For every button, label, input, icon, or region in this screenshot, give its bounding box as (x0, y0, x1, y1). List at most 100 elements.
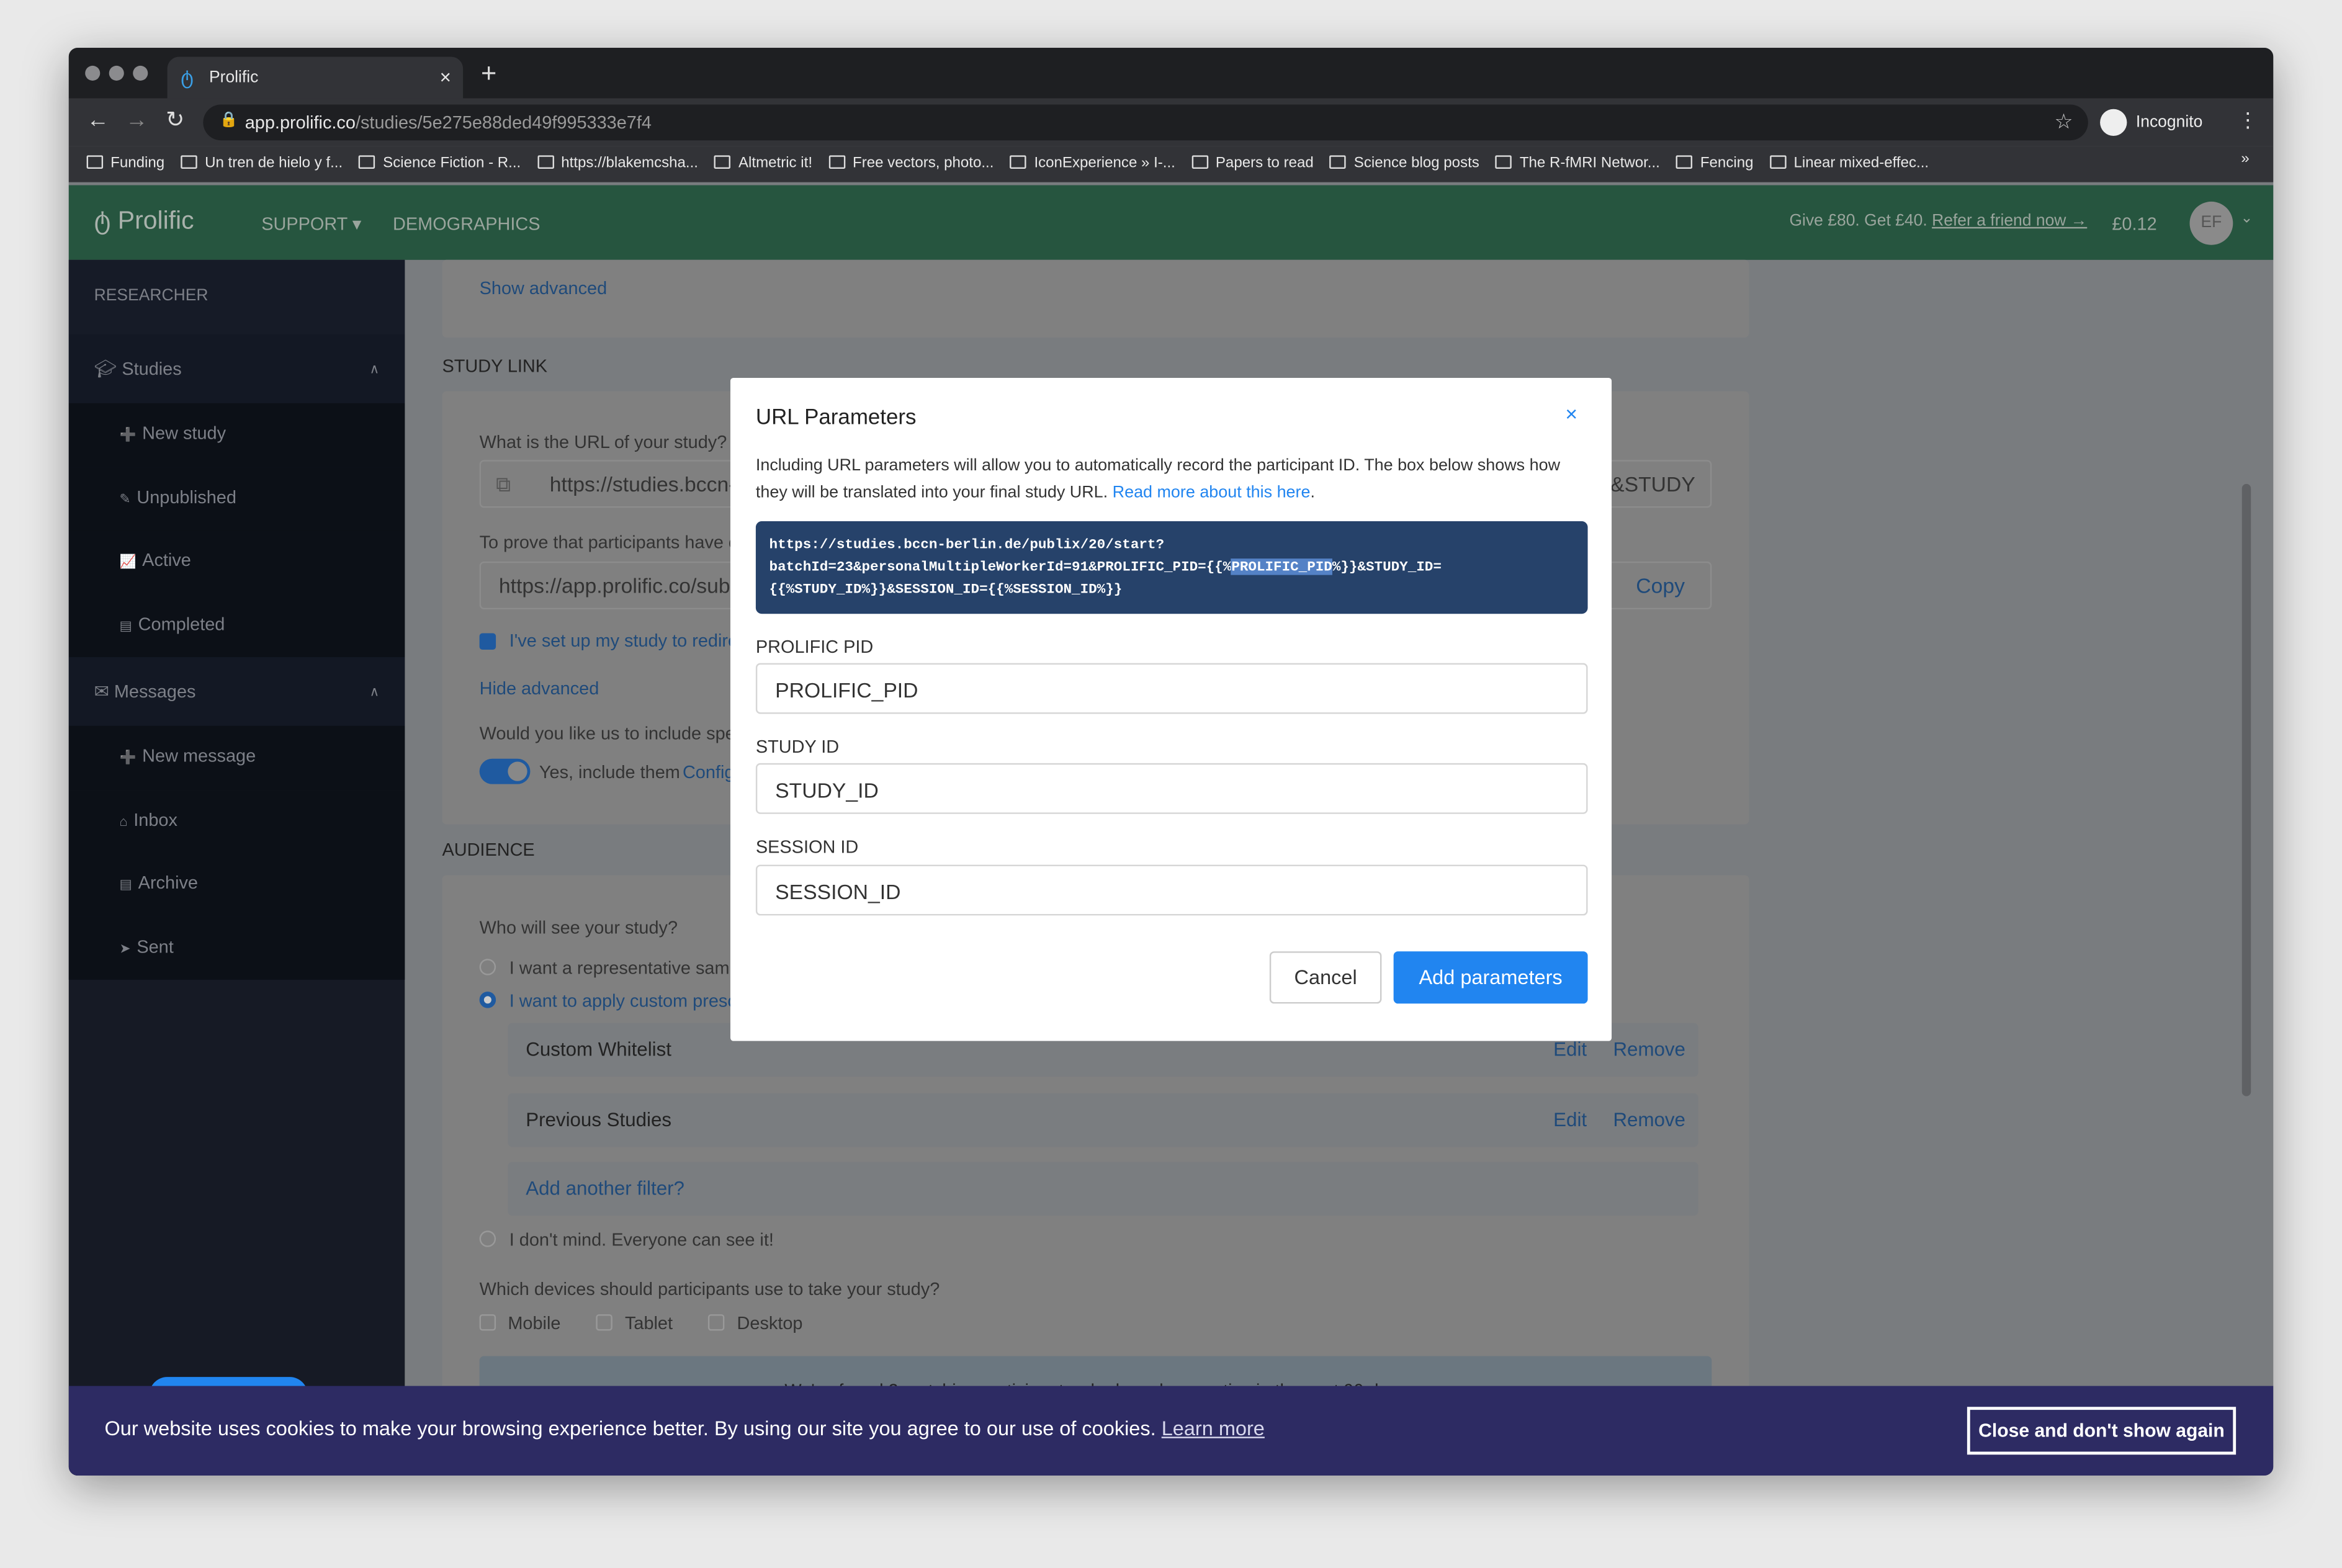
menu-icon[interactable]: ⋮ (2238, 107, 2259, 133)
bookmark-item[interactable]: IconExperience » I-... (1010, 151, 1175, 177)
sidebar-item-sent[interactable]: ➤ Sent (68, 916, 405, 980)
address-bar[interactable]: 🔒 app.prolific.co/studies/5e275e88ded49f… (203, 104, 2088, 141)
read-more-link[interactable]: Read more about this here (1113, 483, 1311, 501)
radio-custom[interactable] (479, 992, 496, 1008)
refer-link[interactable]: Refer a friend now → (1932, 212, 2087, 230)
learn-more-link[interactable]: Learn more (1162, 1417, 1265, 1440)
sidebar-item-archive[interactable]: ▤ Archive (68, 853, 405, 916)
radio-representative[interactable] (479, 959, 496, 975)
device-option[interactable]: Tablet (596, 1313, 673, 1334)
configure-link[interactable]: Config (683, 762, 734, 783)
edit-filter-button[interactable]: Edit (1553, 1108, 1587, 1131)
show-advanced-link[interactable]: Show advanced (480, 278, 608, 299)
sidebar-item-new-message[interactable]: ➕ New message (68, 725, 405, 790)
avatar[interactable]: EF (2189, 201, 2233, 245)
study-id-input[interactable]: STUDY_ID (755, 763, 1588, 814)
bookmark-icon (537, 155, 554, 169)
include-toggle[interactable] (479, 758, 531, 784)
prove-text: To prove that participants have c (479, 531, 738, 553)
reload-icon[interactable]: ↻ (166, 106, 184, 133)
back-icon[interactable]: ← (87, 107, 109, 133)
remove-filter-button[interactable]: Remove (1613, 1038, 1685, 1060)
bookmark-item[interactable]: Altmetric it! (714, 151, 812, 177)
bookmark-label: Papers to read (1215, 155, 1314, 172)
sidebar-item-inbox[interactable]: ⌂ Inbox (68, 789, 405, 853)
close-cookie-button[interactable]: Close and don't show again (1967, 1407, 2237, 1455)
graduation-cap-icon: 🎓︎ (94, 358, 122, 380)
device-checkbox[interactable] (479, 1314, 496, 1331)
chevron-down-icon[interactable]: ⌄ (2240, 210, 2253, 226)
session-id-input[interactable]: SESSION_ID (755, 864, 1588, 916)
sidebar-item-icon: ➕ (119, 427, 137, 442)
url-path: /studies/5e275e88ded49f995333e7f4 (355, 112, 652, 133)
cancel-button[interactable]: Cancel (1269, 951, 1382, 1004)
bookmark-star-icon[interactable]: ☆ (2055, 109, 2073, 135)
new-tab-button[interactable]: + (481, 58, 496, 90)
radio-everyone[interactable] (479, 1230, 496, 1247)
completion-url: https://app.prolific.co/subm (498, 573, 748, 598)
nav-support[interactable]: SUPPORT ▾ (261, 213, 361, 235)
bookmark-item[interactable]: Free vectors, photo... (828, 151, 994, 177)
bookmark-item[interactable]: https://blakemcsha... (537, 151, 698, 177)
prolific-pid-input[interactable]: PROLIFIC_PID (755, 663, 1588, 714)
bookmark-item[interactable]: Un tren de hielo y f... (181, 151, 343, 177)
external-link-icon: ⧉ (496, 472, 511, 496)
copy-button[interactable]: Copy (1636, 573, 1685, 598)
bookmark-item[interactable]: Linear mixed-effec... (1769, 151, 1929, 177)
more-bookmarks-button[interactable]: » (2241, 151, 2249, 167)
bookmark-item[interactable]: Papers to read (1191, 151, 1314, 177)
sidebar-item-icon: 📈 (119, 553, 137, 570)
code-line: {{%STUDY_ID%}}&SESSION_ID={{%SESSION_ID%… (769, 581, 1123, 598)
sidebar-section-studies[interactable]: 🎓︎ Studies ∧ (68, 334, 405, 403)
bookmark-icon (1010, 155, 1027, 169)
close-icon[interactable]: × (1565, 401, 1577, 426)
sidebar-item-icon: ▤ (119, 876, 133, 892)
forward-icon[interactable]: → (125, 107, 148, 133)
tab-prolific[interactable]: ტ Prolific × (167, 56, 464, 99)
nav-demographics[interactable]: DEMOGRAPHICS (393, 213, 541, 235)
close-tab-icon[interactable]: × (440, 66, 451, 88)
sidebar-item-label: Active (142, 549, 191, 571)
remove-filter-button[interactable]: Remove (1613, 1108, 1685, 1131)
sidebar-item-label: Completed (138, 613, 225, 634)
add-filter-row[interactable]: Add another filter? (508, 1162, 1698, 1216)
bookmark-icon (181, 155, 198, 169)
sidebar-section-messages[interactable]: ✉ Messages ∧ (68, 657, 405, 726)
include-question: Would you like us to include spec (479, 722, 745, 744)
incognito-badge[interactable]: Incognito (2100, 104, 2202, 140)
edit-filter-button[interactable]: Edit (1553, 1038, 1587, 1060)
close-window-button[interactable] (85, 65, 101, 81)
sidebar-item-label: Sent (137, 935, 174, 957)
code-part: batchId=23&personalMultipleWorkerId=91&P… (769, 558, 1232, 575)
bookmark-item[interactable]: Funding (86, 151, 164, 177)
scrollbar[interactable] (2241, 483, 2251, 1096)
device-option[interactable]: Mobile (479, 1312, 561, 1334)
prolific-pid-label: PROLIFIC PID (755, 636, 874, 658)
add-parameters-button[interactable]: Add parameters (1393, 951, 1588, 1004)
hide-advanced-link[interactable]: Hide advanced (480, 678, 599, 699)
maximize-window-button[interactable] (133, 65, 148, 81)
session-id-label: SESSION ID (755, 836, 859, 858)
bookmark-item[interactable]: The R-fMRI Networ... (1496, 151, 1660, 177)
sidebar-item-completed[interactable]: ▤ Completed (68, 593, 405, 658)
url-question: What is the URL of your study? (479, 431, 727, 453)
devices-question: Which devices should participants use to… (479, 1278, 940, 1300)
add-filter-link[interactable]: Add another filter? (526, 1177, 684, 1199)
sidebar-item-new-study[interactable]: ➕ New study (68, 403, 405, 467)
sidebar-item-active[interactable]: 📈 Active (68, 530, 405, 594)
device-checkbox[interactable] (596, 1314, 613, 1331)
sidebar-item-label: Archive (138, 872, 198, 894)
prolific-logo[interactable]: ტ Prolific (94, 206, 194, 236)
device-checkbox[interactable] (708, 1314, 725, 1331)
bookmark-item[interactable]: Science Fiction - R... (359, 151, 521, 177)
bookmark-item[interactable]: Science blog posts (1330, 151, 1479, 177)
sidebar-item-unpublished[interactable]: ✎ Unpublished (68, 467, 405, 531)
bookmark-label: Altmetric it! (738, 155, 813, 172)
browser-window: ტ Prolific × + ← → ↻ 🔒 app.prolific.co/s… (68, 48, 2274, 1476)
redirect-checkbox[interactable] (479, 633, 496, 650)
minimize-window-button[interactable] (109, 65, 124, 81)
bookmark-item[interactable]: Fencing (1676, 151, 1753, 177)
sidebar-item-icon: ▤ (119, 617, 133, 633)
device-label: Mobile (508, 1312, 561, 1334)
device-option[interactable]: Desktop (708, 1313, 803, 1334)
